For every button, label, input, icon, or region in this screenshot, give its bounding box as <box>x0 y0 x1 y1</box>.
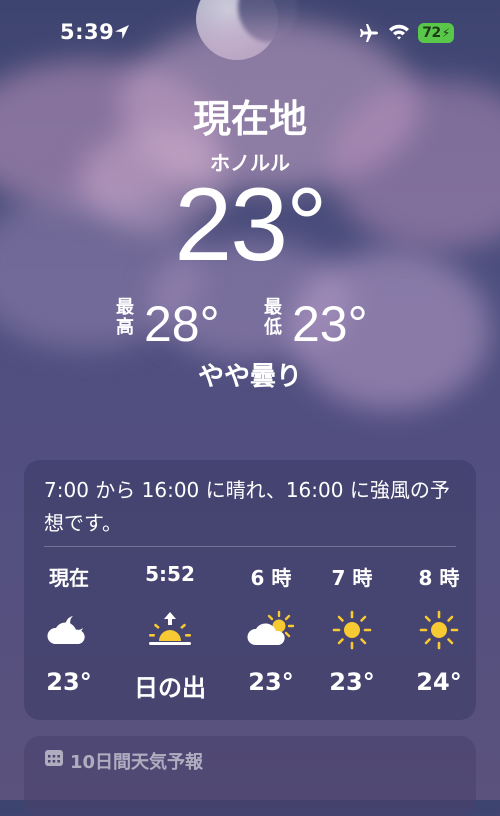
condition-text: やや曇り <box>197 362 302 392</box>
low-label-text: 最低 <box>264 297 282 338</box>
location-title: 現在地 <box>192 97 307 141</box>
ten-day-forecast-card[interactable]: 10日間天気予報 <box>24 736 476 816</box>
hour-temperature: 日の出 <box>134 674 206 702</box>
hour-label: 8 時 <box>418 566 460 590</box>
calendar-icon <box>45 750 63 766</box>
status-time: 5:39 <box>60 20 115 44</box>
high-low-row: 最高 28° 最低 23° <box>0 296 500 352</box>
battery-level: 72 <box>422 25 441 41</box>
forecast-summary: 7:00 から 16:00 に晴れ、16:00 に強風の予想です。 <box>44 478 450 535</box>
battery-indicator: 72 ⚡ <box>418 23 454 43</box>
hour-temperature: 23° <box>329 668 375 696</box>
hour-temperature: 23° <box>248 668 294 696</box>
hour-label: 5:52 <box>145 562 195 586</box>
status-bar: 5:39 72 ⚡ <box>0 20 500 48</box>
low-label: 最低 <box>262 298 284 338</box>
current-temperature: 23° <box>174 167 327 283</box>
partly-cloudy-night-icon <box>24 610 114 650</box>
hour-label: 現在 <box>49 566 89 590</box>
card-divider <box>44 546 456 547</box>
sunrise-icon <box>125 610 215 650</box>
low-temperature: 23° <box>292 296 368 352</box>
wifi-icon <box>389 24 409 40</box>
high-label-text: 最高 <box>116 297 134 338</box>
high-temperature: 28° <box>144 296 220 352</box>
charging-bolt-icon: ⚡ <box>441 26 450 40</box>
hour-label: 6 時 <box>250 566 292 590</box>
sun-icon <box>307 610 397 650</box>
partly-sunny-icon <box>226 610 316 650</box>
high-label: 最高 <box>114 298 136 338</box>
sun-icon <box>394 610 484 650</box>
hour-label: 7 時 <box>331 566 373 590</box>
airplane-icon <box>360 24 378 42</box>
hour-temperature: 23° <box>46 668 92 696</box>
location-arrow-icon <box>115 25 129 39</box>
hourly-forecast-card[interactable]: 7:00 から 16:00 に晴れ、16:00 に強風の予想です。 現在 23°… <box>24 460 476 720</box>
hour-temperature: 24° <box>416 668 462 696</box>
ten-day-title: 10日間天気予報 <box>70 752 204 773</box>
